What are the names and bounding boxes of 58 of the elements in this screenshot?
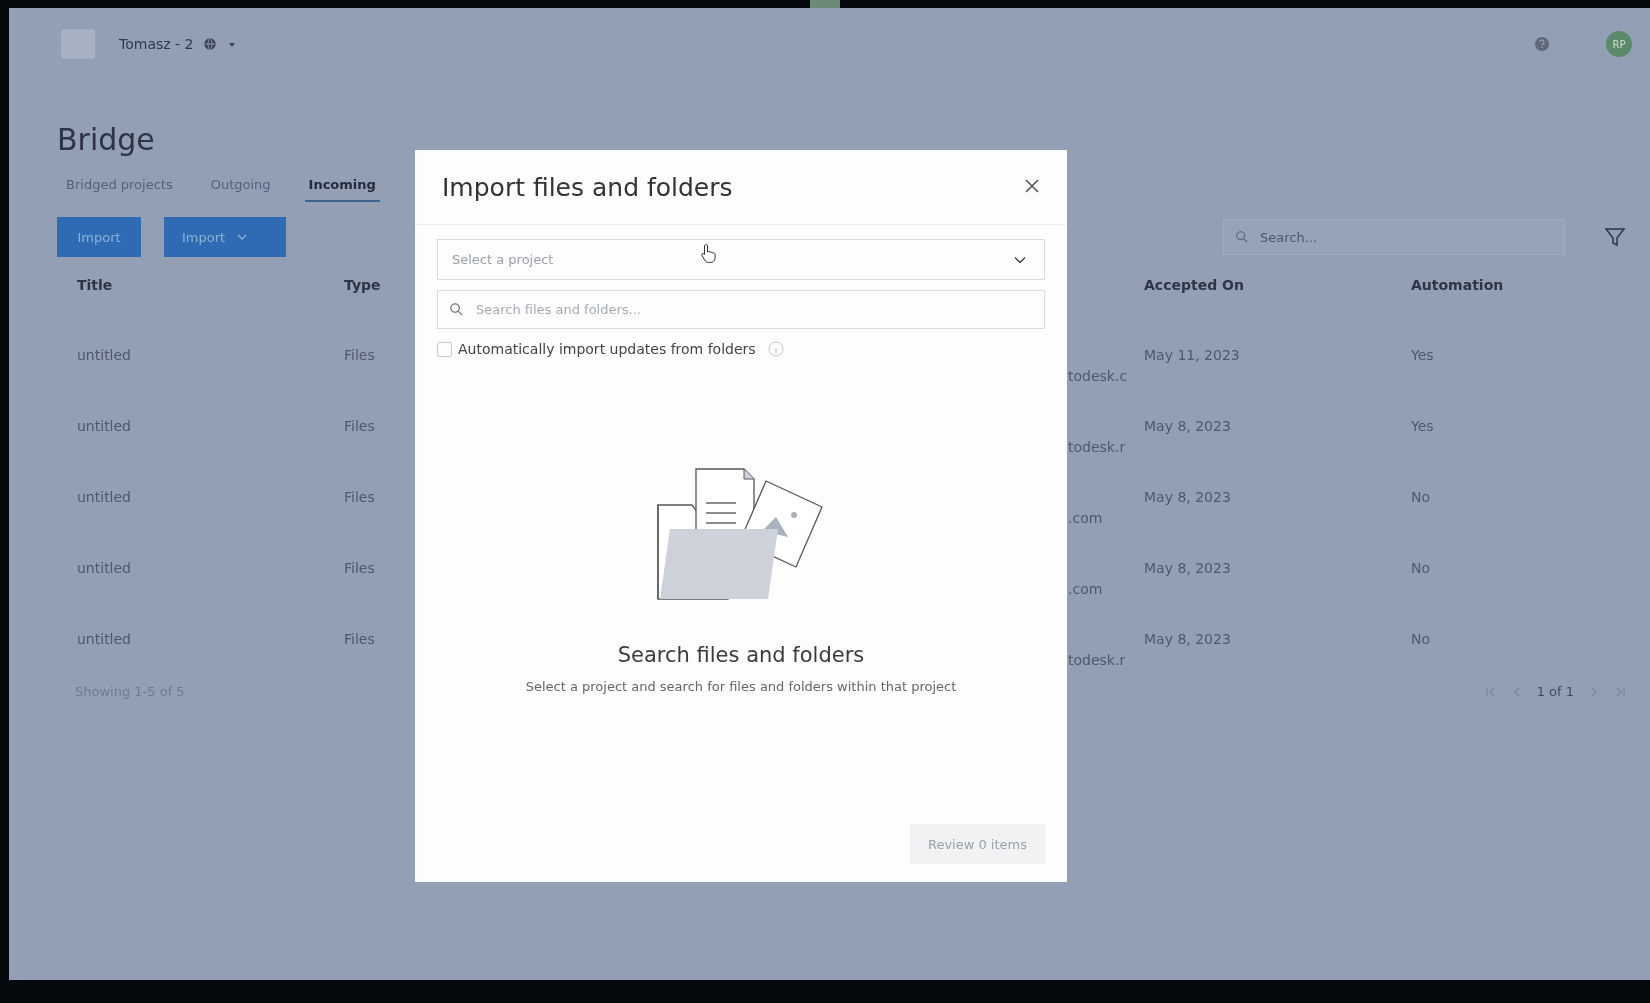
user-avatar[interactable]: RP <box>1606 31 1632 57</box>
title-cell: untitled <box>77 346 131 363</box>
globe-icon <box>203 37 218 51</box>
date-cell: May 8, 2023 <box>1144 417 1231 434</box>
table-cell: todesk.c <box>1068 368 1128 384</box>
page-indicator: 1 of 1 <box>1536 684 1574 699</box>
date-cell: May 8, 2023 <box>1144 488 1231 505</box>
tab[interactable]: Incoming <box>304 171 380 202</box>
last-page-icon[interactable] <box>1614 685 1626 698</box>
import-button[interactable]: Import <box>57 217 141 257</box>
checkbox[interactable] <box>437 341 452 357</box>
automation-cell: Yes <box>1411 346 1434 363</box>
title-cell: untitled <box>77 417 131 434</box>
automation-cell: No <box>1411 630 1431 647</box>
empty-state-text: Select a project and search for files and folders within that project <box>525 679 957 694</box>
search-icon <box>1235 230 1249 244</box>
column-header: Title <box>77 276 114 295</box>
project-select[interactable]: Select a project <box>437 239 1045 280</box>
info-icon[interactable] <box>767 341 784 357</box>
type-cell: Files <box>344 488 375 505</box>
type-cell: Files <box>344 346 375 363</box>
title-cell: untitled <box>77 488 131 505</box>
help-icon <box>1534 36 1550 52</box>
search-icon <box>449 302 464 317</box>
filter-icon[interactable] <box>1604 226 1626 248</box>
date-cell: May 8, 2023 <box>1144 559 1231 576</box>
pointer-cursor-icon <box>700 243 718 263</box>
automation-cell: No <box>1411 559 1431 576</box>
account-name[interactable]: Tomasz - 2 <box>119 36 194 52</box>
close-icon <box>1024 178 1040 194</box>
automation-cell: Yes <box>1411 417 1434 434</box>
file-search-field[interactable]: Search files and folders... <box>437 290 1045 329</box>
type-cell: Files <box>344 417 375 434</box>
title-cell: untitled <box>77 630 131 647</box>
chevron-down-icon <box>1014 255 1026 264</box>
first-page-icon[interactable] <box>1484 685 1497 698</box>
table-cell: todesk.r <box>1068 652 1126 668</box>
chevron-down-icon <box>237 232 248 242</box>
dialog-title: Import files and folders <box>442 172 734 202</box>
automation-cell: No <box>1411 488 1431 505</box>
tab[interactable]: Outgoing <box>206 171 275 202</box>
checkbox-label[interactable]: Automatically import updates from folders <box>458 341 756 357</box>
title-cell: untitled <box>77 559 131 576</box>
table-cell: todesk.r <box>1068 439 1126 455</box>
search-field[interactable]: Search... <box>1223 219 1565 255</box>
import-dropdown-button[interactable]: Import <box>164 217 286 257</box>
column-header: Accepted On <box>1144 276 1245 295</box>
page-title: Bridge <box>57 122 156 157</box>
table-cell: .com <box>1068 510 1103 526</box>
column-header: Automation <box>1411 276 1505 295</box>
date-cell: May 11, 2023 <box>1144 346 1240 363</box>
type-cell: Files <box>344 559 375 576</box>
empty-state-title: Search files and folders <box>617 643 865 667</box>
date-cell: May 8, 2023 <box>1144 630 1231 647</box>
column-header: Type <box>344 276 382 295</box>
type-cell: Files <box>344 630 375 647</box>
table-cell: .com <box>1068 581 1103 597</box>
tab[interactable]: Bridged projects <box>62 171 177 202</box>
